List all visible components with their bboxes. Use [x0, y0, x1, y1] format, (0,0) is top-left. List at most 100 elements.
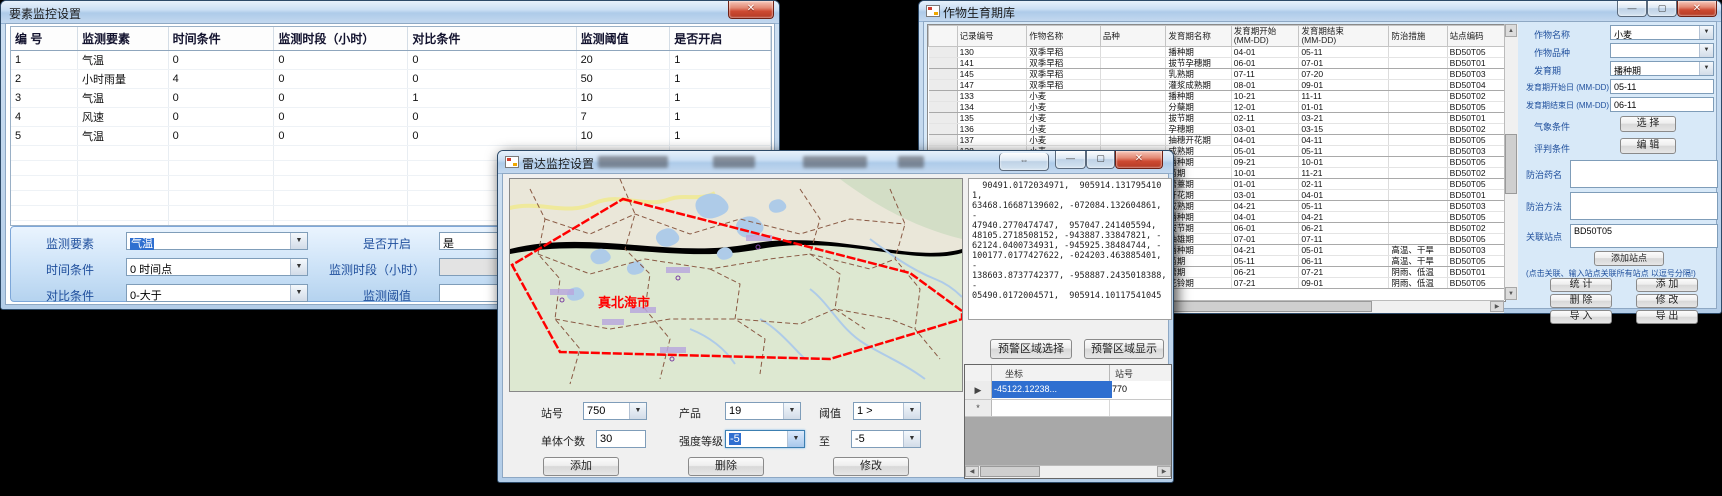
table-cell[interactable]: 04-01	[1231, 47, 1299, 58]
add-station-button[interactable]: 添加站点	[1594, 251, 1664, 266]
export-button[interactable]: 导 出	[1636, 310, 1698, 324]
table-cell[interactable]: 0	[274, 89, 408, 108]
table-cell[interactable]	[1100, 124, 1165, 135]
titlebar-radar-monitor[interactable]: 雷达监控设置 ⇔ — ▢ ✕	[498, 151, 1173, 174]
period-combo[interactable]: 播种期 ▼	[1610, 61, 1714, 76]
table-cell[interactable]: 苗期	[1166, 256, 1231, 267]
table-row[interactable]: 130双季早稻播种期04-0105-11BD50T05	[929, 47, 1505, 58]
table-cell[interactable]	[1100, 102, 1165, 113]
table-row[interactable]: 3气温001101	[11, 89, 771, 108]
table-row[interactable]: 2小时雨量400501	[11, 70, 771, 89]
table-cell[interactable]: 播种期	[1166, 245, 1231, 256]
table-cell[interactable]: 07-01	[1231, 234, 1299, 245]
table-cell[interactable]: 145	[957, 69, 1027, 80]
table-cell[interactable]	[1100, 47, 1165, 58]
chevron-down-icon[interactable]: ▼	[903, 431, 920, 447]
table-cell[interactable]: 04-01	[1231, 212, 1299, 223]
table-cell[interactable]	[929, 113, 958, 124]
judge-edit-button[interactable]: 编 辑	[1620, 138, 1676, 154]
chevron-down-icon[interactable]: ▼	[1699, 44, 1713, 57]
table-cell[interactable]: 07-21	[1231, 278, 1299, 289]
table-cell[interactable]: 播种期	[1166, 47, 1231, 58]
table-cell[interactable]: 拔节期	[1166, 113, 1231, 124]
table-cell[interactable]: 04-11	[1299, 135, 1389, 146]
table-cell[interactable]	[1100, 80, 1165, 91]
time-combo[interactable]: 0 时间点 ▼	[126, 258, 308, 276]
table-cell[interactable]	[1389, 157, 1447, 168]
table-cell[interactable]	[1389, 58, 1447, 69]
table-cell[interactable]: 05-01	[1299, 245, 1389, 256]
column-header[interactable]: 监测阈值	[576, 27, 670, 51]
table-cell[interactable]: 阴雨、低温	[1389, 278, 1447, 289]
maximize-button[interactable]: ▢	[1647, 1, 1677, 17]
table-cell[interactable]: 07-11	[1231, 69, 1299, 80]
table-cell[interactable]: 蕾薹期	[1166, 179, 1231, 190]
table-cell[interactable]	[1389, 113, 1447, 124]
column-header[interactable]: 作物名称	[1027, 26, 1101, 47]
table-cell[interactable]: 10	[576, 89, 670, 108]
level-combo[interactable]: -5 ▼	[725, 430, 805, 448]
table-cell[interactable]: 0	[274, 51, 408, 70]
table-cell[interactable]: 1	[670, 127, 771, 146]
product-combo[interactable]: 19 ▼	[725, 402, 801, 420]
table-cell[interactable]: 20	[576, 51, 670, 70]
table-cell[interactable]: 03-01	[1231, 124, 1299, 135]
table-cell[interactable]	[1100, 91, 1165, 102]
table-cell[interactable]: 08-01	[1231, 80, 1299, 91]
scroll-left-arrow[interactable]: ◀	[965, 466, 979, 477]
column-header[interactable]: 发育期结束 (MM-DD)	[1299, 26, 1389, 47]
station-textarea[interactable]: BD50T05	[1570, 224, 1718, 248]
table-cell[interactable]: 5	[11, 127, 77, 146]
table-cell[interactable]	[1389, 201, 1447, 212]
maximize-button[interactable]: ▢	[1086, 151, 1115, 169]
table-cell[interactable]: 0	[168, 127, 274, 146]
scroll-right-arrow[interactable]: ▶	[1490, 301, 1504, 312]
table-cell[interactable]: 0	[408, 51, 576, 70]
table-cell[interactable]: 11-21	[1299, 168, 1389, 179]
column-header[interactable]: 记录编号	[957, 26, 1027, 47]
show-warning-area-button[interactable]: 预警区域显示	[1084, 339, 1164, 359]
table-cell[interactable]: 乳熟期	[1166, 69, 1231, 80]
table-cell[interactable]: 1	[670, 51, 771, 70]
column-header[interactable]: 时间条件	[168, 27, 274, 51]
table-cell[interactable]: 0	[408, 70, 576, 89]
table-cell[interactable]: BD50T02	[1447, 168, 1504, 179]
table-cell[interactable]: BD50T05	[1447, 102, 1504, 113]
table-cell[interactable]: 03-21	[1299, 113, 1389, 124]
table-cell[interactable]	[929, 91, 958, 102]
table-cell[interactable]: 气温	[77, 51, 168, 70]
table-cell[interactable]: 灌浆成熟期	[1166, 80, 1231, 91]
table-cell[interactable]: 7	[576, 108, 670, 127]
table-cell[interactable]: 小麦	[1027, 124, 1101, 135]
dock-toggle-button[interactable]: ⇔	[999, 153, 1049, 171]
table-cell[interactable]: 137	[957, 135, 1027, 146]
table-cell[interactable]: 0	[408, 108, 576, 127]
table-cell[interactable]: 07-11	[1299, 234, 1389, 245]
weather-select-button[interactable]: 选 择	[1620, 116, 1676, 132]
table-cell[interactable]: 小麦	[1027, 102, 1101, 113]
table-row[interactable]: 147双季早稻灌浆成熟期08-0109-01BD50T04	[929, 80, 1505, 91]
table-row[interactable]: 134小麦分蘖期12-0101-01BD50T05	[929, 102, 1505, 113]
table-cell[interactable]: BD50T02	[1447, 91, 1504, 102]
import-button[interactable]: 导 入	[1550, 310, 1612, 324]
table-cell[interactable]: 05-11	[1299, 201, 1389, 212]
table-cell[interactable]: 风速	[77, 108, 168, 127]
table-cell[interactable]: BD50T03	[1447, 146, 1504, 157]
table-row[interactable]: 4风速00071	[11, 108, 771, 127]
table-cell[interactable]: 双季早稻	[1027, 80, 1101, 91]
table-cell[interactable]: BD50T03	[1447, 69, 1504, 80]
minimize-button[interactable]: —	[1617, 1, 1647, 17]
column-header[interactable]: 是否开启	[670, 27, 771, 51]
table-cell[interactable]: 0	[168, 89, 274, 108]
polygon-coordinates-box[interactable]: 90491.0172034971, 905914.1317954101, 634…	[968, 178, 1172, 320]
column-header[interactable]	[929, 26, 958, 47]
add-button[interactable]: 添 加	[1636, 278, 1698, 292]
table-cell[interactable]: 孕穗期	[1166, 124, 1231, 135]
table-cell[interactable]: 花铃期	[1166, 278, 1231, 289]
table-cell[interactable]: 4	[11, 108, 77, 127]
table-cell[interactable]: 0	[274, 108, 408, 127]
table-cell[interactable]: BD50T01	[1447, 190, 1504, 201]
table-cell[interactable]: 3	[11, 89, 77, 108]
table-cell[interactable]	[1100, 113, 1165, 124]
table-cell[interactable]: 10-01	[1231, 168, 1299, 179]
